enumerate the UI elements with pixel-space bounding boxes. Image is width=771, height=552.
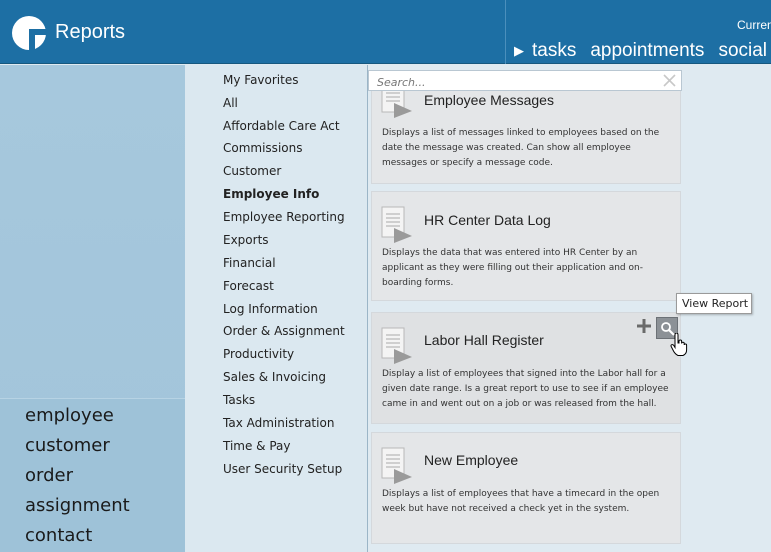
category-item[interactable]: Financial [223, 256, 276, 270]
report-description: Display a list of employees that signed … [382, 369, 669, 409]
category-item[interactable]: Sales & Invoicing [223, 370, 326, 384]
nav-tasks[interactable]: tasks [532, 40, 576, 62]
search-input[interactable] [369, 73, 649, 92]
category-item[interactable]: Productivity [223, 347, 294, 361]
report-description: Displays a list of messages linked to em… [382, 128, 660, 168]
clear-search-icon[interactable] [662, 73, 677, 88]
category-item[interactable]: User Security Setup [223, 462, 342, 476]
report-card[interactable]: New Employee Displays a list of employee… [371, 432, 681, 544]
category-item[interactable]: Forecast [223, 279, 274, 293]
category-item[interactable]: Affordable Care Act [223, 119, 340, 133]
report-title[interactable]: Employee Messages [424, 92, 554, 108]
play-arrow-icon: ▶ [514, 43, 524, 59]
nav-appointments[interactable]: appointments [590, 40, 704, 62]
report-document-icon [381, 206, 412, 243]
plus-icon[interactable] [636, 318, 652, 334]
report-document-icon [381, 327, 412, 364]
search-box [368, 70, 682, 92]
category-item[interactable]: Time & Pay [223, 439, 291, 453]
category-item[interactable]: All [223, 96, 238, 110]
view-report-tooltip: View Report [676, 293, 752, 314]
report-title[interactable]: HR Center Data Log [424, 212, 551, 228]
report-card-hovered[interactable]: Labor Hall Register Display a list of em… [371, 312, 681, 424]
report-description: Displays the data that was entered into … [382, 248, 643, 288]
report-title[interactable]: Labor Hall Register [424, 332, 544, 348]
category-item[interactable]: My Favorites [223, 73, 298, 87]
header-divider [505, 0, 506, 64]
category-list: My Favorites All Affordable Care Act Com… [185, 65, 367, 552]
nav-social[interactable]: social [718, 40, 767, 62]
report-description: Displays a list of employees that have a… [382, 489, 660, 514]
hand-cursor-icon [670, 333, 688, 356]
logo-icon[interactable] [12, 16, 46, 50]
report-title[interactable]: New Employee [424, 452, 518, 468]
current-label: Curren [737, 18, 771, 32]
column-divider [367, 65, 368, 552]
category-item[interactable]: Tax Administration [223, 416, 334, 430]
report-document-icon [381, 447, 412, 484]
report-card[interactable]: HR Center Data Log Displays the data tha… [371, 191, 681, 301]
category-item[interactable]: Exports [223, 233, 269, 247]
category-item[interactable]: Commissions [223, 141, 302, 155]
top-nav: ▶ tasks appointments social [514, 40, 771, 62]
top-bar: Reports Curren ▶ tasks appointments soci… [0, 0, 771, 64]
category-item[interactable]: Customer [223, 164, 281, 178]
report-card[interactable]: Employee Messages Displays a list of mes… [371, 81, 681, 184]
module-employee[interactable]: employee [25, 405, 114, 426]
module-customer[interactable]: customer [25, 435, 110, 456]
category-item[interactable]: Log Information [223, 302, 318, 316]
module-order[interactable]: order [25, 465, 73, 486]
module-contact[interactable]: contact [25, 525, 92, 546]
category-item[interactable]: Order & Assignment [223, 324, 345, 338]
module-assignment[interactable]: assignment [25, 495, 130, 516]
category-item-active[interactable]: Employee Info [223, 187, 319, 201]
app-title: Reports [55, 21, 126, 43]
category-item[interactable]: Employee Reporting [223, 210, 345, 224]
category-item[interactable]: Tasks [223, 393, 255, 407]
